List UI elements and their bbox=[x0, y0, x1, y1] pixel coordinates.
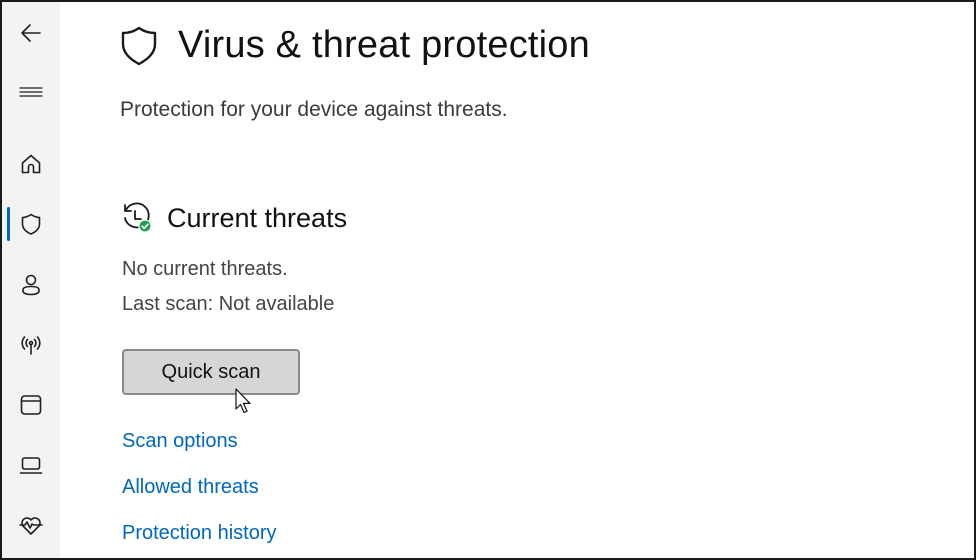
main-content: Virus & threat protection Protection for… bbox=[60, 2, 974, 558]
arrow-left-icon bbox=[21, 24, 41, 42]
scan-options-link[interactable]: Scan options bbox=[122, 430, 238, 453]
section-title: Current threats bbox=[167, 202, 348, 233]
heart-pulse-icon bbox=[19, 517, 43, 535]
window-icon bbox=[20, 395, 42, 415]
sidebar-item-device-performance-health[interactable] bbox=[2, 505, 60, 545]
antenna-icon bbox=[21, 336, 41, 355]
person-icon bbox=[22, 274, 40, 296]
menu-button[interactable] bbox=[2, 72, 60, 112]
sidebar-item-account-protection[interactable] bbox=[2, 265, 60, 305]
home-icon bbox=[21, 154, 41, 174]
last-scan-status: Last scan: Not available bbox=[122, 293, 335, 315]
quick-scan-button[interactable]: Quick scan bbox=[122, 349, 300, 395]
back-button[interactable] bbox=[2, 13, 60, 53]
allowed-threats-link[interactable]: Allowed threats bbox=[122, 476, 259, 499]
sidebar-item-virus-threat-protection[interactable] bbox=[2, 204, 60, 244]
page-header: Virus & threat protection bbox=[120, 24, 590, 67]
shield-icon bbox=[121, 26, 157, 65]
page-subtitle: Protection for your device against threa… bbox=[120, 98, 508, 121]
sidebar-item-firewall-network-protection[interactable] bbox=[2, 325, 60, 365]
sidebar-item-app-browser-control[interactable] bbox=[2, 385, 60, 425]
protection-history-link[interactable]: Protection history bbox=[122, 522, 277, 545]
sidebar bbox=[2, 2, 60, 558]
current-threats-header: Current threats bbox=[121, 202, 347, 234]
laptop-icon bbox=[19, 457, 43, 474]
sidebar-item-home[interactable] bbox=[2, 144, 60, 184]
shield-icon bbox=[21, 213, 41, 235]
sidebar-item-device-security[interactable] bbox=[2, 445, 60, 485]
hamburger-menu-icon bbox=[19, 87, 43, 97]
threat-status: No current threats. bbox=[122, 258, 288, 280]
windows-security-window: Virus & threat protection Protection for… bbox=[0, 0, 976, 560]
page-title: Virus & threat protection bbox=[178, 24, 590, 66]
history-check-icon bbox=[124, 202, 152, 233]
